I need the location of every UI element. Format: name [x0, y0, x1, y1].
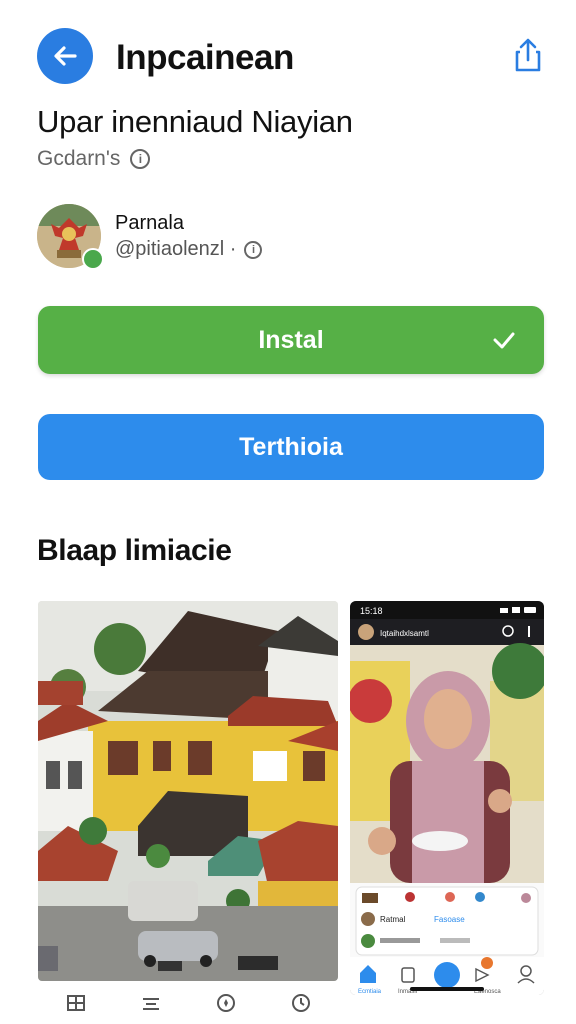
app-name: Upar inenniaud Niayian: [37, 104, 353, 139]
app-subtitle-row: Gcdarn's i: [37, 147, 151, 171]
secondary-button-label: Terthioia: [239, 432, 343, 461]
share-icon: [515, 38, 541, 72]
share-button[interactable]: [510, 36, 546, 76]
grid-icon[interactable]: [65, 992, 87, 1014]
developer-handle: @pitiaolenzl ·: [115, 238, 237, 260]
phone-list-name: Ratmal: [380, 915, 406, 924]
install-button-label: Instal: [258, 325, 324, 354]
bottom-navigation: [38, 982, 338, 1024]
verified-badge: [82, 248, 104, 270]
install-button[interactable]: Instal: [38, 306, 544, 374]
phone-app-bar-title: Iqtaihdxlsamtl: [380, 629, 429, 638]
screenshots-section-title: Blaap limiacie: [37, 534, 232, 567]
info-icon[interactable]: i: [244, 240, 263, 259]
developer-name[interactable]: Parnala: [115, 212, 184, 235]
arrow-left-icon: [54, 46, 77, 66]
screenshot-image-phone[interactable]: 15:18 Iqtaihdxlsamtl Ratmal Fasoase Ecmt…: [350, 601, 544, 995]
compass-icon[interactable]: [215, 992, 237, 1014]
app-subtitle: Gcdarn's: [37, 147, 121, 170]
clock-icon[interactable]: [290, 992, 312, 1014]
page-title: Inpcainean: [116, 38, 294, 77]
phone-app-preview: 15:18 Iqtaihdxlsamtl Ratmal Fasoase Ecmt…: [350, 601, 544, 995]
buildings-illustration: [38, 601, 338, 981]
developer-handle-row: @pitiaolenzl · i: [115, 238, 263, 261]
secondary-action-button[interactable]: Terthioia: [38, 414, 544, 480]
checkmark-icon: [493, 332, 515, 349]
phone-nav-label-1: Ecmtiaia: [358, 989, 382, 995]
screenshot-image-buildings[interactable]: [38, 601, 338, 981]
back-button[interactable]: [37, 28, 93, 84]
menu-icon[interactable]: [140, 992, 162, 1014]
header: Inpcainean: [0, 0, 576, 112]
info-icon[interactable]: i: [130, 149, 151, 169]
phone-list-link: Fasoase: [434, 915, 465, 924]
phone-status-time: 15:18: [360, 606, 383, 616]
